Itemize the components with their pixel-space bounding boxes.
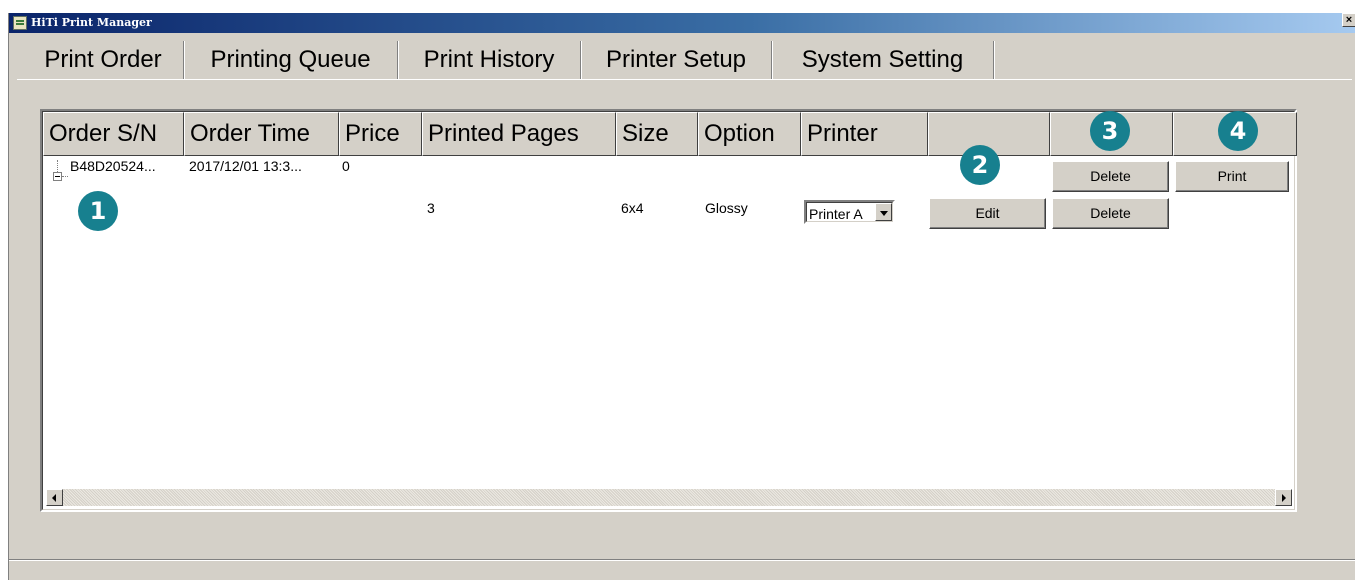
delete-order-button[interactable]: Delete [1052,161,1169,192]
horizontal-scrollbar[interactable] [46,489,1292,506]
tab-print-order[interactable]: Print Order [23,41,184,79]
callout-badge: 3 [1090,111,1130,151]
close-button[interactable]: × [1342,13,1355,27]
column-header-price[interactable]: Price [339,112,422,156]
tab-printer-setup[interactable]: Printer Setup [581,41,772,79]
window-title: HiTi Print Manager [31,16,152,29]
order-price: 0 [342,158,350,174]
column-header-option[interactable]: Option [698,112,801,156]
tab-printing-queue[interactable]: Printing Queue [184,41,398,79]
item-size: 6x4 [621,200,644,216]
dropdown-arrow-icon[interactable] [875,203,892,221]
callout-badge: 1 [78,191,118,231]
printer-select-value: Printer A [809,206,863,222]
printer-select[interactable]: Printer A [804,200,895,224]
order-time: 2017/12/01 13:3... [189,158,302,174]
column-header-order-sn[interactable]: Order S/N [43,112,184,156]
item-option: Glossy [705,200,748,216]
print-order-button[interactable]: Print [1175,161,1289,192]
column-header-size[interactable]: Size [616,112,698,156]
tree-line [57,160,58,172]
item-pages: 3 [427,200,435,216]
order-table: Order S/N Order Time Price Printed Pages… [40,109,1297,512]
callout-badge: 4 [1218,111,1258,151]
tab-bar: Print Order Printing Queue Print History… [23,41,994,79]
status-divider [9,559,1355,560]
app-window: HiTi Print Manager × Print Order Printin… [8,13,1355,580]
column-header-printed-pages[interactable]: Printed Pages [422,112,616,156]
tree-line [62,176,68,177]
collapse-toggle-icon[interactable] [53,172,62,181]
column-header-printer[interactable]: Printer [801,112,928,156]
app-icon [13,16,27,30]
scroll-right-icon[interactable] [1275,489,1292,506]
delete-item-button[interactable]: Delete [1052,198,1169,229]
tab-print-history[interactable]: Print History [398,41,581,79]
column-header-order-time[interactable]: Order Time [184,112,339,156]
order-serial: B48D20524... [70,158,156,174]
title-bar[interactable]: HiTi Print Manager × [9,13,1355,33]
edit-item-button[interactable]: Edit [929,198,1046,229]
scroll-left-icon[interactable] [46,489,63,506]
tab-system-setting[interactable]: System Setting [772,41,994,79]
tab-divider [17,79,1352,80]
callout-badge: 2 [960,145,1000,185]
